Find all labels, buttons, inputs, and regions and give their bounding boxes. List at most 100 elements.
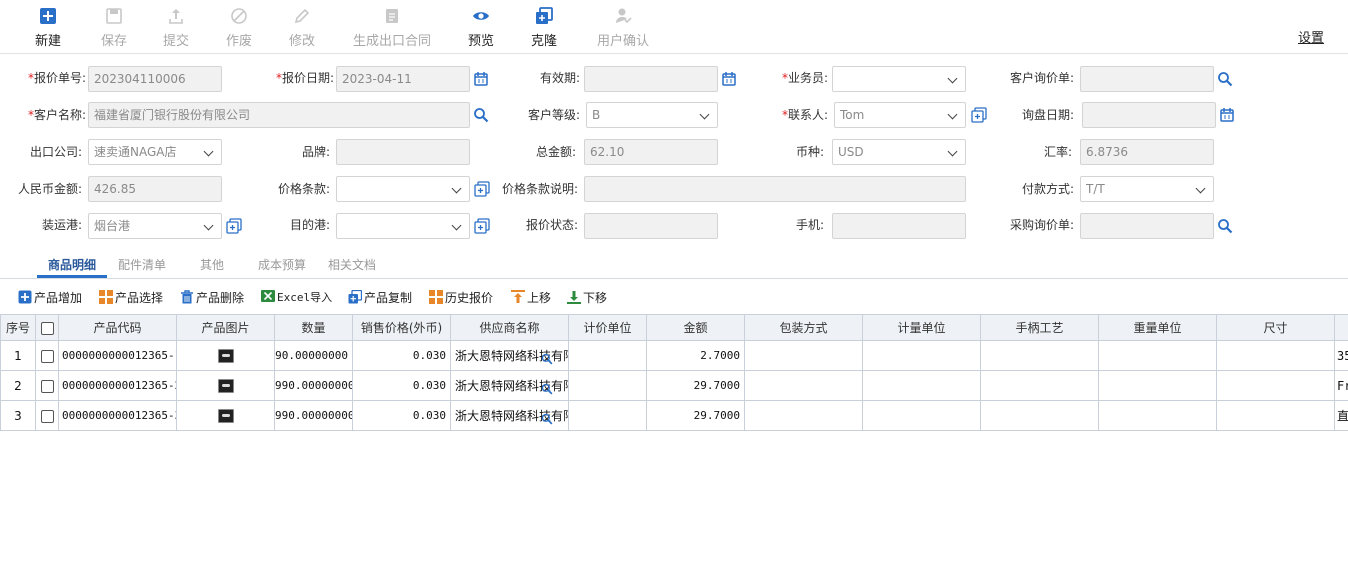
void-button[interactable]: 作废	[209, 4, 269, 50]
add-port-icon[interactable]	[474, 218, 490, 234]
user-confirm-button[interactable]: 用户确认	[591, 4, 655, 50]
add-port-icon[interactable]	[226, 218, 242, 234]
add-contact-icon[interactable]	[971, 107, 987, 123]
port-of-loading-select[interactable]: 烟台港	[88, 213, 222, 239]
calendar-icon[interactable]	[1219, 107, 1235, 123]
export-company-select[interactable]: 速卖通NAGA店	[88, 139, 222, 165]
generate-contract-button[interactable]: 生成出口合同	[347, 4, 437, 50]
table-row[interactable]: 2 0000000000012365-2 990.00000000 0.030 …	[0, 370, 1348, 401]
customer-inquiry-field[interactable]	[1080, 66, 1214, 92]
row-supplier[interactable]: 浙大恩特网络科技有限	[450, 400, 569, 431]
row-measure-unit[interactable]	[862, 400, 981, 431]
col-product-image[interactable]: 产品图片	[176, 314, 275, 341]
delete-product-button[interactable]: 产品删除	[180, 289, 244, 306]
row-weight-unit[interactable]	[1098, 400, 1217, 431]
move-down-button[interactable]: 下移	[567, 289, 607, 306]
col-supplier[interactable]: 供应商名称	[450, 314, 569, 341]
total-amount-field[interactable]: 62.10	[584, 139, 718, 165]
search-icon[interactable]	[541, 353, 553, 365]
col-sale-price[interactable]: 销售价格(外币)	[352, 314, 451, 341]
edit-button[interactable]: 修改	[272, 4, 332, 50]
product-thumbnail[interactable]	[217, 378, 234, 393]
row-checkbox[interactable]	[40, 349, 54, 363]
excel-import-button[interactable]: Excel导入	[261, 289, 332, 305]
row-handle-craft[interactable]	[980, 340, 1099, 371]
row-checkbox[interactable]	[40, 409, 54, 423]
row-quantity[interactable]: 990.00000000	[274, 400, 353, 431]
price-terms-desc-field[interactable]	[584, 176, 966, 202]
table-row[interactable]: 1 0000000000012365-1 90.00000000 0.030 浙…	[0, 340, 1348, 371]
row-measure-unit[interactable]	[862, 370, 981, 401]
row-measure-unit[interactable]	[862, 340, 981, 371]
contact-select[interactable]: Tom	[834, 102, 966, 128]
col-select-all[interactable]	[35, 314, 59, 341]
row-product-image[interactable]	[176, 400, 275, 431]
select-product-button[interactable]: 产品选择	[99, 289, 163, 306]
row-product-image[interactable]	[176, 370, 275, 401]
quote-no-field[interactable]: 202304110006	[88, 66, 222, 92]
tab-other[interactable]: 其他	[200, 256, 224, 273]
calendar-icon[interactable]	[721, 71, 737, 87]
customer-name-field[interactable]: 福建省厦门银行股份有限公司	[88, 102, 470, 128]
copy-product-button[interactable]: 产品复制	[348, 289, 412, 306]
col-handle-craft[interactable]: 手柄工艺	[980, 314, 1099, 341]
row-select[interactable]	[35, 370, 59, 401]
row-handle-craft[interactable]	[980, 400, 1099, 431]
search-icon[interactable]	[1217, 218, 1233, 234]
inquiry-date-field[interactable]	[1082, 102, 1216, 128]
table-row[interactable]: 3 0000000000012365-3 990.00000000 0.030 …	[0, 400, 1348, 431]
add-product-button[interactable]: 产品增加	[18, 289, 82, 306]
row-sale-price[interactable]: 0.030	[352, 400, 451, 431]
save-button[interactable]: 保存	[84, 4, 144, 50]
row-select[interactable]	[35, 340, 59, 371]
row-sale-price[interactable]: 0.030	[352, 370, 451, 401]
row-pricing-unit[interactable]	[568, 370, 647, 401]
row-pricing-unit[interactable]	[568, 340, 647, 371]
row-packaging[interactable]	[744, 400, 863, 431]
row-packaging[interactable]	[744, 370, 863, 401]
col-quantity[interactable]: 数量	[274, 314, 353, 341]
history-quote-button[interactable]: 历史报价	[429, 289, 493, 306]
payment-method-select[interactable]: T/T	[1080, 176, 1214, 202]
row-supplier[interactable]: 浙大恩特网络科技有限	[450, 370, 569, 401]
col-amount[interactable]: 金额	[646, 314, 745, 341]
salesperson-select[interactable]	[832, 66, 966, 92]
new-button[interactable]: 新建	[18, 4, 78, 50]
tab-related-docs[interactable]: 相关文档	[328, 256, 376, 273]
col-extra[interactable]	[1334, 314, 1348, 341]
quote-status-field[interactable]	[584, 213, 718, 239]
rmb-amount-field[interactable]: 426.85	[88, 176, 222, 202]
row-extra[interactable]: 35	[1334, 340, 1348, 371]
row-size[interactable]	[1216, 370, 1335, 401]
row-size[interactable]	[1216, 400, 1335, 431]
add-price-terms-icon[interactable]	[474, 181, 490, 197]
col-weight-unit[interactable]: 重量单位	[1098, 314, 1217, 341]
row-size[interactable]	[1216, 340, 1335, 371]
row-handle-craft[interactable]	[980, 370, 1099, 401]
settings-link[interactable]: 设置	[1298, 27, 1324, 46]
search-icon[interactable]	[1217, 71, 1233, 87]
select-all-checkbox[interactable]	[40, 321, 54, 335]
destination-port-select[interactable]	[336, 213, 470, 239]
submit-button[interactable]: 提交	[146, 4, 206, 50]
mobile-field[interactable]	[832, 213, 966, 239]
search-icon[interactable]	[541, 413, 553, 425]
col-size[interactable]: 尺寸	[1216, 314, 1335, 341]
row-quantity[interactable]: 90.00000000	[274, 340, 353, 371]
clone-button[interactable]: 克隆	[514, 4, 574, 50]
col-measure-unit[interactable]: 计量单位	[862, 314, 981, 341]
row-sale-price[interactable]: 0.030	[352, 340, 451, 371]
tab-cost-budget[interactable]: 成本预算	[258, 256, 306, 273]
row-weight-unit[interactable]	[1098, 370, 1217, 401]
col-packaging[interactable]: 包装方式	[744, 314, 863, 341]
row-pricing-unit[interactable]	[568, 400, 647, 431]
row-extra[interactable]: Fr	[1334, 370, 1348, 401]
row-select[interactable]	[35, 400, 59, 431]
row-extra[interactable]: 直	[1334, 400, 1348, 431]
product-thumbnail[interactable]	[217, 408, 234, 423]
row-packaging[interactable]	[744, 340, 863, 371]
exchange-rate-field[interactable]: 6.8736	[1080, 139, 1214, 165]
purchase-inquiry-field[interactable]	[1080, 213, 1214, 239]
quote-date-field[interactable]: 2023-04-11	[336, 66, 470, 92]
valid-until-field[interactable]	[584, 66, 718, 92]
